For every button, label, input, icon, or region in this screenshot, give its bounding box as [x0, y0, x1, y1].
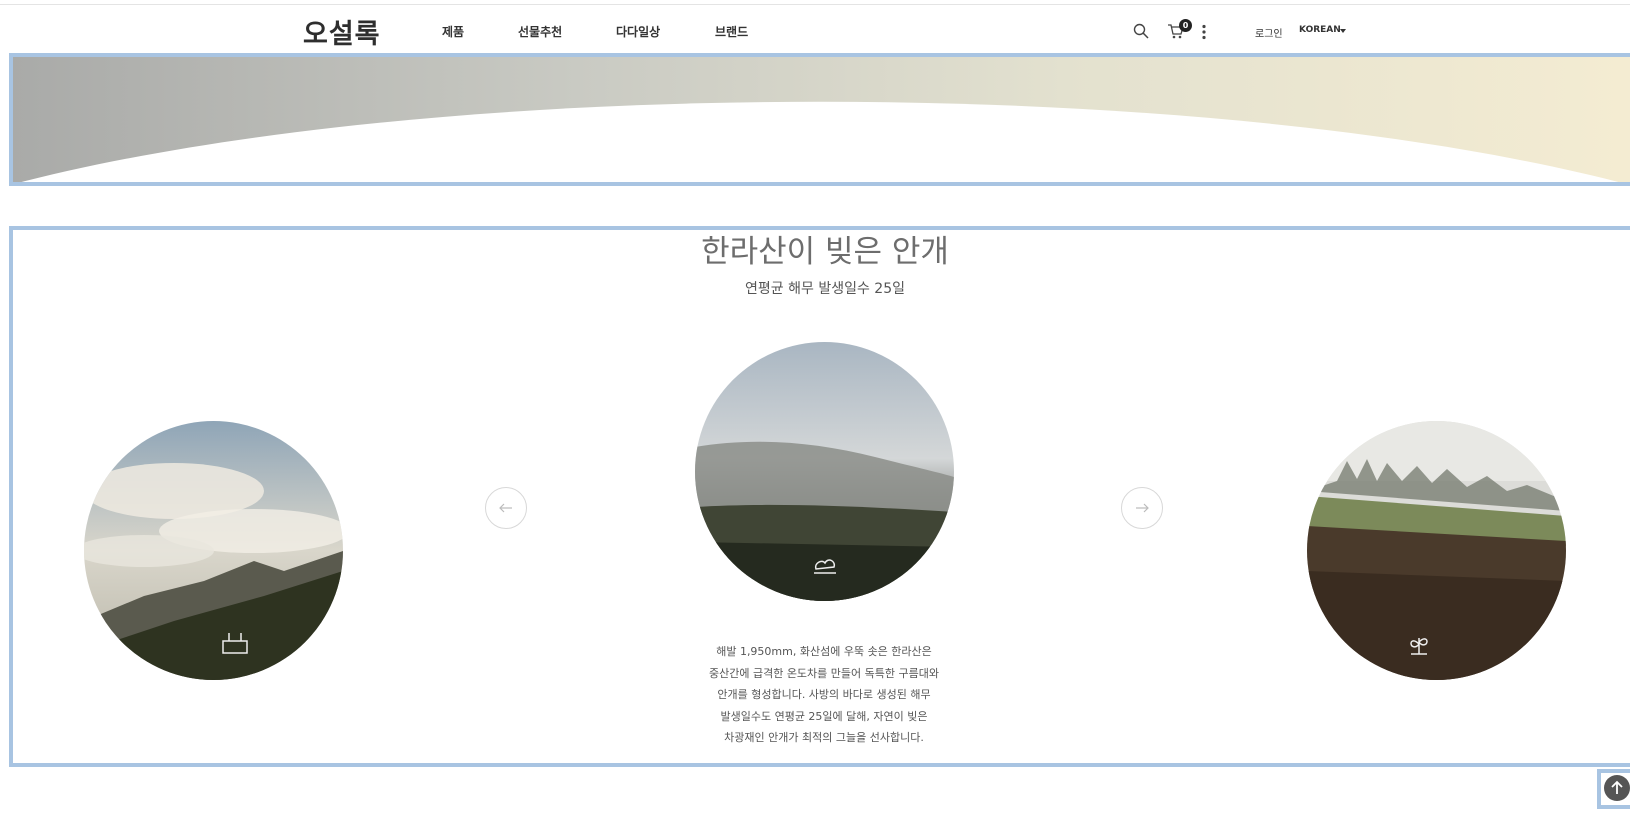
arrow-left-icon	[499, 503, 512, 513]
cart-count-badge: 0	[1179, 19, 1192, 32]
arrow-right-icon	[1136, 503, 1149, 513]
chevron-down-icon	[1340, 29, 1346, 33]
more-vertical-icon[interactable]	[1201, 24, 1207, 40]
section-title: 한라산이 빚은 안개	[701, 234, 949, 270]
section-subtitle: 연평균 해무 발생일수 25일	[745, 281, 905, 297]
arrow-up-icon	[1611, 780, 1623, 794]
carousel-prev-button[interactable]	[485, 487, 527, 529]
description-line: 안개를 형성합니다. 사방의 바다로 생성된 해무	[717, 688, 931, 701]
carousel-image-right[interactable]	[1307, 421, 1566, 680]
carousel-image-left[interactable]	[84, 421, 343, 680]
section-description: 해발 1,950mm, 화산섬에 우뚝 솟은 한라산은 중산간에 급격한 온도차…	[674, 641, 974, 749]
login-link[interactable]: 로그인	[1255, 25, 1283, 40]
nav-item-products[interactable]: 제품	[442, 23, 464, 40]
nav-item-brand[interactable]: 브랜드	[715, 23, 748, 40]
description-line: 차광재인 안개가 최적의 그늘을 선사합니다.	[724, 731, 924, 744]
language-selector[interactable]: KOREAN	[1299, 25, 1341, 35]
tea-box-icon	[223, 633, 247, 653]
hero-highlight-frame	[9, 53, 1630, 186]
site-logo[interactable]: 오설록	[303, 12, 381, 51]
sky-mountain-photo	[84, 421, 343, 680]
nav-item-dada-daily[interactable]: 다다일상	[616, 23, 660, 40]
description-line: 중산간에 급격한 온도차를 만들어 독특한 구름대와	[708, 666, 939, 680]
soil-field-photo	[1307, 421, 1566, 680]
scroll-to-top-button[interactable]	[1604, 775, 1630, 801]
search-icon[interactable]	[1133, 23, 1149, 39]
carousel-image-center[interactable]	[695, 342, 954, 601]
description-line: 해발 1,950mm, 화산섬에 우뚝 솟은 한라산은	[716, 645, 932, 658]
carousel-next-button[interactable]	[1121, 487, 1163, 529]
description-line: 발생일수도 연평균 25일에 달해, 자연이 빚은	[720, 709, 928, 723]
top-divider	[0, 4, 1630, 5]
nav-item-gift-recommend[interactable]: 선물추천	[518, 23, 562, 40]
foggy-tea-field-photo	[695, 342, 954, 601]
